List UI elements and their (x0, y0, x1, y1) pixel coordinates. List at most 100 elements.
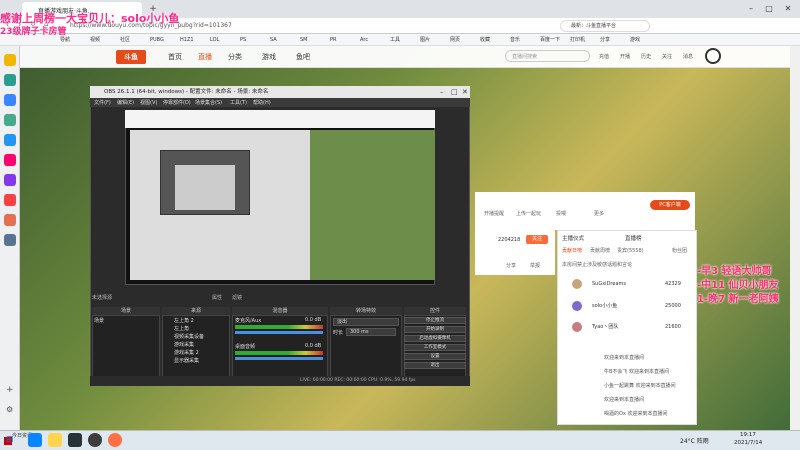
video-icon[interactable] (4, 194, 16, 206)
obs-menu-help[interactable]: 帮助(H) (253, 99, 271, 106)
bookmark-item[interactable]: SM (300, 35, 308, 45)
obs-menu-dock[interactable]: 停靠部件(D) (163, 99, 191, 106)
clock-time[interactable]: 19:17 (740, 432, 756, 438)
bookmark-item[interactable]: 工具 (390, 35, 400, 45)
page-scrollbar[interactable] (790, 46, 800, 430)
douyu-icon[interactable] (108, 433, 122, 447)
obs-minimize-icon[interactable]: – (440, 86, 444, 98)
avatar[interactable] (705, 48, 721, 64)
browser-search[interactable]: 最新：斗鱼直播平台 (560, 20, 650, 32)
source-item[interactable]: 左上角 (174, 325, 189, 332)
bookmark-item[interactable]: 分享 (600, 35, 610, 45)
bookmark-item[interactable]: 音乐 (510, 35, 520, 45)
star-icon[interactable] (4, 54, 16, 66)
header-broadcast[interactable]: 开播 (620, 53, 630, 60)
bookmark-item[interactable]: 百度一下 (540, 35, 560, 45)
obs-filters[interactable]: 滤镜 (232, 294, 242, 301)
bookmark-item[interactable]: SA (270, 35, 277, 45)
source-item[interactable]: 游戏采集 2 (174, 349, 199, 356)
bookmark-item[interactable]: 社区 (120, 35, 130, 45)
obs-close-icon[interactable]: ✕ (462, 86, 468, 98)
header-history[interactable]: 历史 (641, 53, 651, 60)
subtab-day[interactable]: 贡献日榜 (562, 247, 582, 254)
bookmark-item[interactable]: H1Z1 (180, 35, 194, 45)
mixer-mic-slider[interactable] (235, 331, 323, 334)
clock-date[interactable]: 2021/7/14 (734, 440, 762, 446)
app-icon[interactable] (4, 74, 16, 86)
exit-button[interactable]: 退出 (404, 362, 466, 369)
bookmark-item[interactable]: PS (240, 35, 246, 45)
header-message[interactable]: 消息 (683, 53, 693, 60)
close-icon[interactable]: ✕ (779, 2, 797, 16)
bookmark-item[interactable]: 视频 (90, 35, 100, 45)
obs-menu-scene-collection[interactable]: 场景集合(S) (195, 99, 222, 106)
music-icon[interactable] (4, 154, 16, 166)
pdf-icon[interactable] (4, 134, 16, 146)
bookmark-item[interactable]: LOL (210, 35, 219, 45)
subtab-vip[interactable]: 贵宾(5558) (617, 247, 644, 254)
site-search-input[interactable]: 直播间搜索 (505, 50, 590, 62)
studio-mode-button[interactable]: 工作室模式 (404, 344, 466, 351)
nav-category[interactable]: 分类 (228, 52, 242, 62)
maximize-icon[interactable]: □ (760, 2, 778, 16)
settings-button[interactable]: 设置 (404, 353, 466, 360)
report-link[interactable]: 举报 (530, 262, 540, 269)
scene-item[interactable]: 场景 (94, 317, 104, 324)
stop-streaming-button[interactable]: 停止推流 (404, 317, 466, 324)
action-remind[interactable]: 开播提醒 (484, 210, 504, 217)
virtual-camera-button[interactable]: 启动虚拟摄像机 (404, 335, 466, 342)
nav-live[interactable]: 直播 (198, 52, 212, 62)
explorer-icon[interactable] (48, 433, 62, 447)
action-upload[interactable]: 上传一起玩 (516, 210, 541, 217)
nav-game[interactable]: 游戏 (262, 52, 276, 62)
plane-icon[interactable] (68, 433, 82, 447)
bookmark-item[interactable]: PUBG (150, 35, 164, 45)
transition-select[interactable]: 淡出 (333, 318, 399, 326)
obs-properties[interactable]: 属性 (212, 294, 222, 301)
minimize-icon[interactable]: – (742, 2, 760, 16)
subtab-week[interactable]: 贡献周榜 (590, 247, 610, 254)
mixer-desktop-slider[interactable] (235, 357, 323, 360)
weather[interactable]: 24°C 阵雨 (680, 436, 709, 445)
action-more[interactable]: 更多 (594, 210, 604, 217)
start-recording-button[interactable]: 开始录制 (404, 326, 466, 333)
nav-fishbar[interactable]: 鱼吧 (296, 52, 310, 62)
bookmark-item[interactable]: 图片 (420, 35, 430, 45)
bookmark-item[interactable]: 游戏 (630, 35, 640, 45)
bookmark-item[interactable]: 打印机 (570, 35, 585, 45)
bookmark-item[interactable]: 收藏 (480, 35, 490, 45)
nav-home[interactable]: 首页 (168, 52, 182, 62)
game-icon[interactable] (4, 174, 16, 186)
action-gift[interactable]: 投喂 (556, 210, 566, 217)
pc-client-button[interactable]: PC客户端 (650, 200, 690, 210)
subtab-fans[interactable]: 粉丝团 (672, 247, 687, 254)
header-follow[interactable]: 关注 (662, 53, 672, 60)
edge-icon[interactable] (28, 433, 42, 447)
bookmark-item[interactable]: PR (330, 35, 337, 45)
header-recharge[interactable]: 充值 (599, 53, 609, 60)
obs-menu-view[interactable]: 视图(V) (140, 99, 157, 106)
chat-tab-ceremony[interactable]: 主播仪式 (562, 234, 584, 242)
site-logo[interactable]: 斗鱼 (116, 50, 146, 64)
source-item[interactable]: 显示器采集 (174, 357, 199, 364)
mail-icon[interactable] (4, 94, 16, 106)
obs-maximize-icon[interactable]: □ (451, 86, 458, 98)
share-link[interactable]: 分享 (506, 262, 516, 269)
obs-icon[interactable] (88, 433, 102, 447)
settings-icon[interactable]: ⚙ (6, 405, 13, 414)
duration-input[interactable]: 300 ms (346, 328, 396, 336)
add-icon[interactable]: + (6, 385, 14, 395)
cloud-icon[interactable] (4, 114, 16, 126)
note-icon[interactable] (4, 234, 16, 246)
shop-icon[interactable] (4, 214, 16, 226)
source-item[interactable]: 左上角 2 (174, 317, 194, 324)
obs-menu-tools[interactable]: 工具(T) (230, 99, 247, 106)
source-item[interactable]: 游戏采集 (174, 341, 194, 348)
follow-button[interactable]: 关注 (526, 235, 548, 244)
bookmark-item[interactable]: Arc (360, 35, 368, 45)
chat-tab-rank[interactable]: 直播榜 (625, 234, 642, 242)
obs-menu-edit[interactable]: 编辑(E) (117, 99, 134, 106)
bookmark-item[interactable]: 网页 (450, 35, 460, 45)
obs-menu-file[interactable]: 文件(F) (94, 99, 111, 106)
source-item[interactable]: 视频采集设备 (174, 333, 204, 340)
